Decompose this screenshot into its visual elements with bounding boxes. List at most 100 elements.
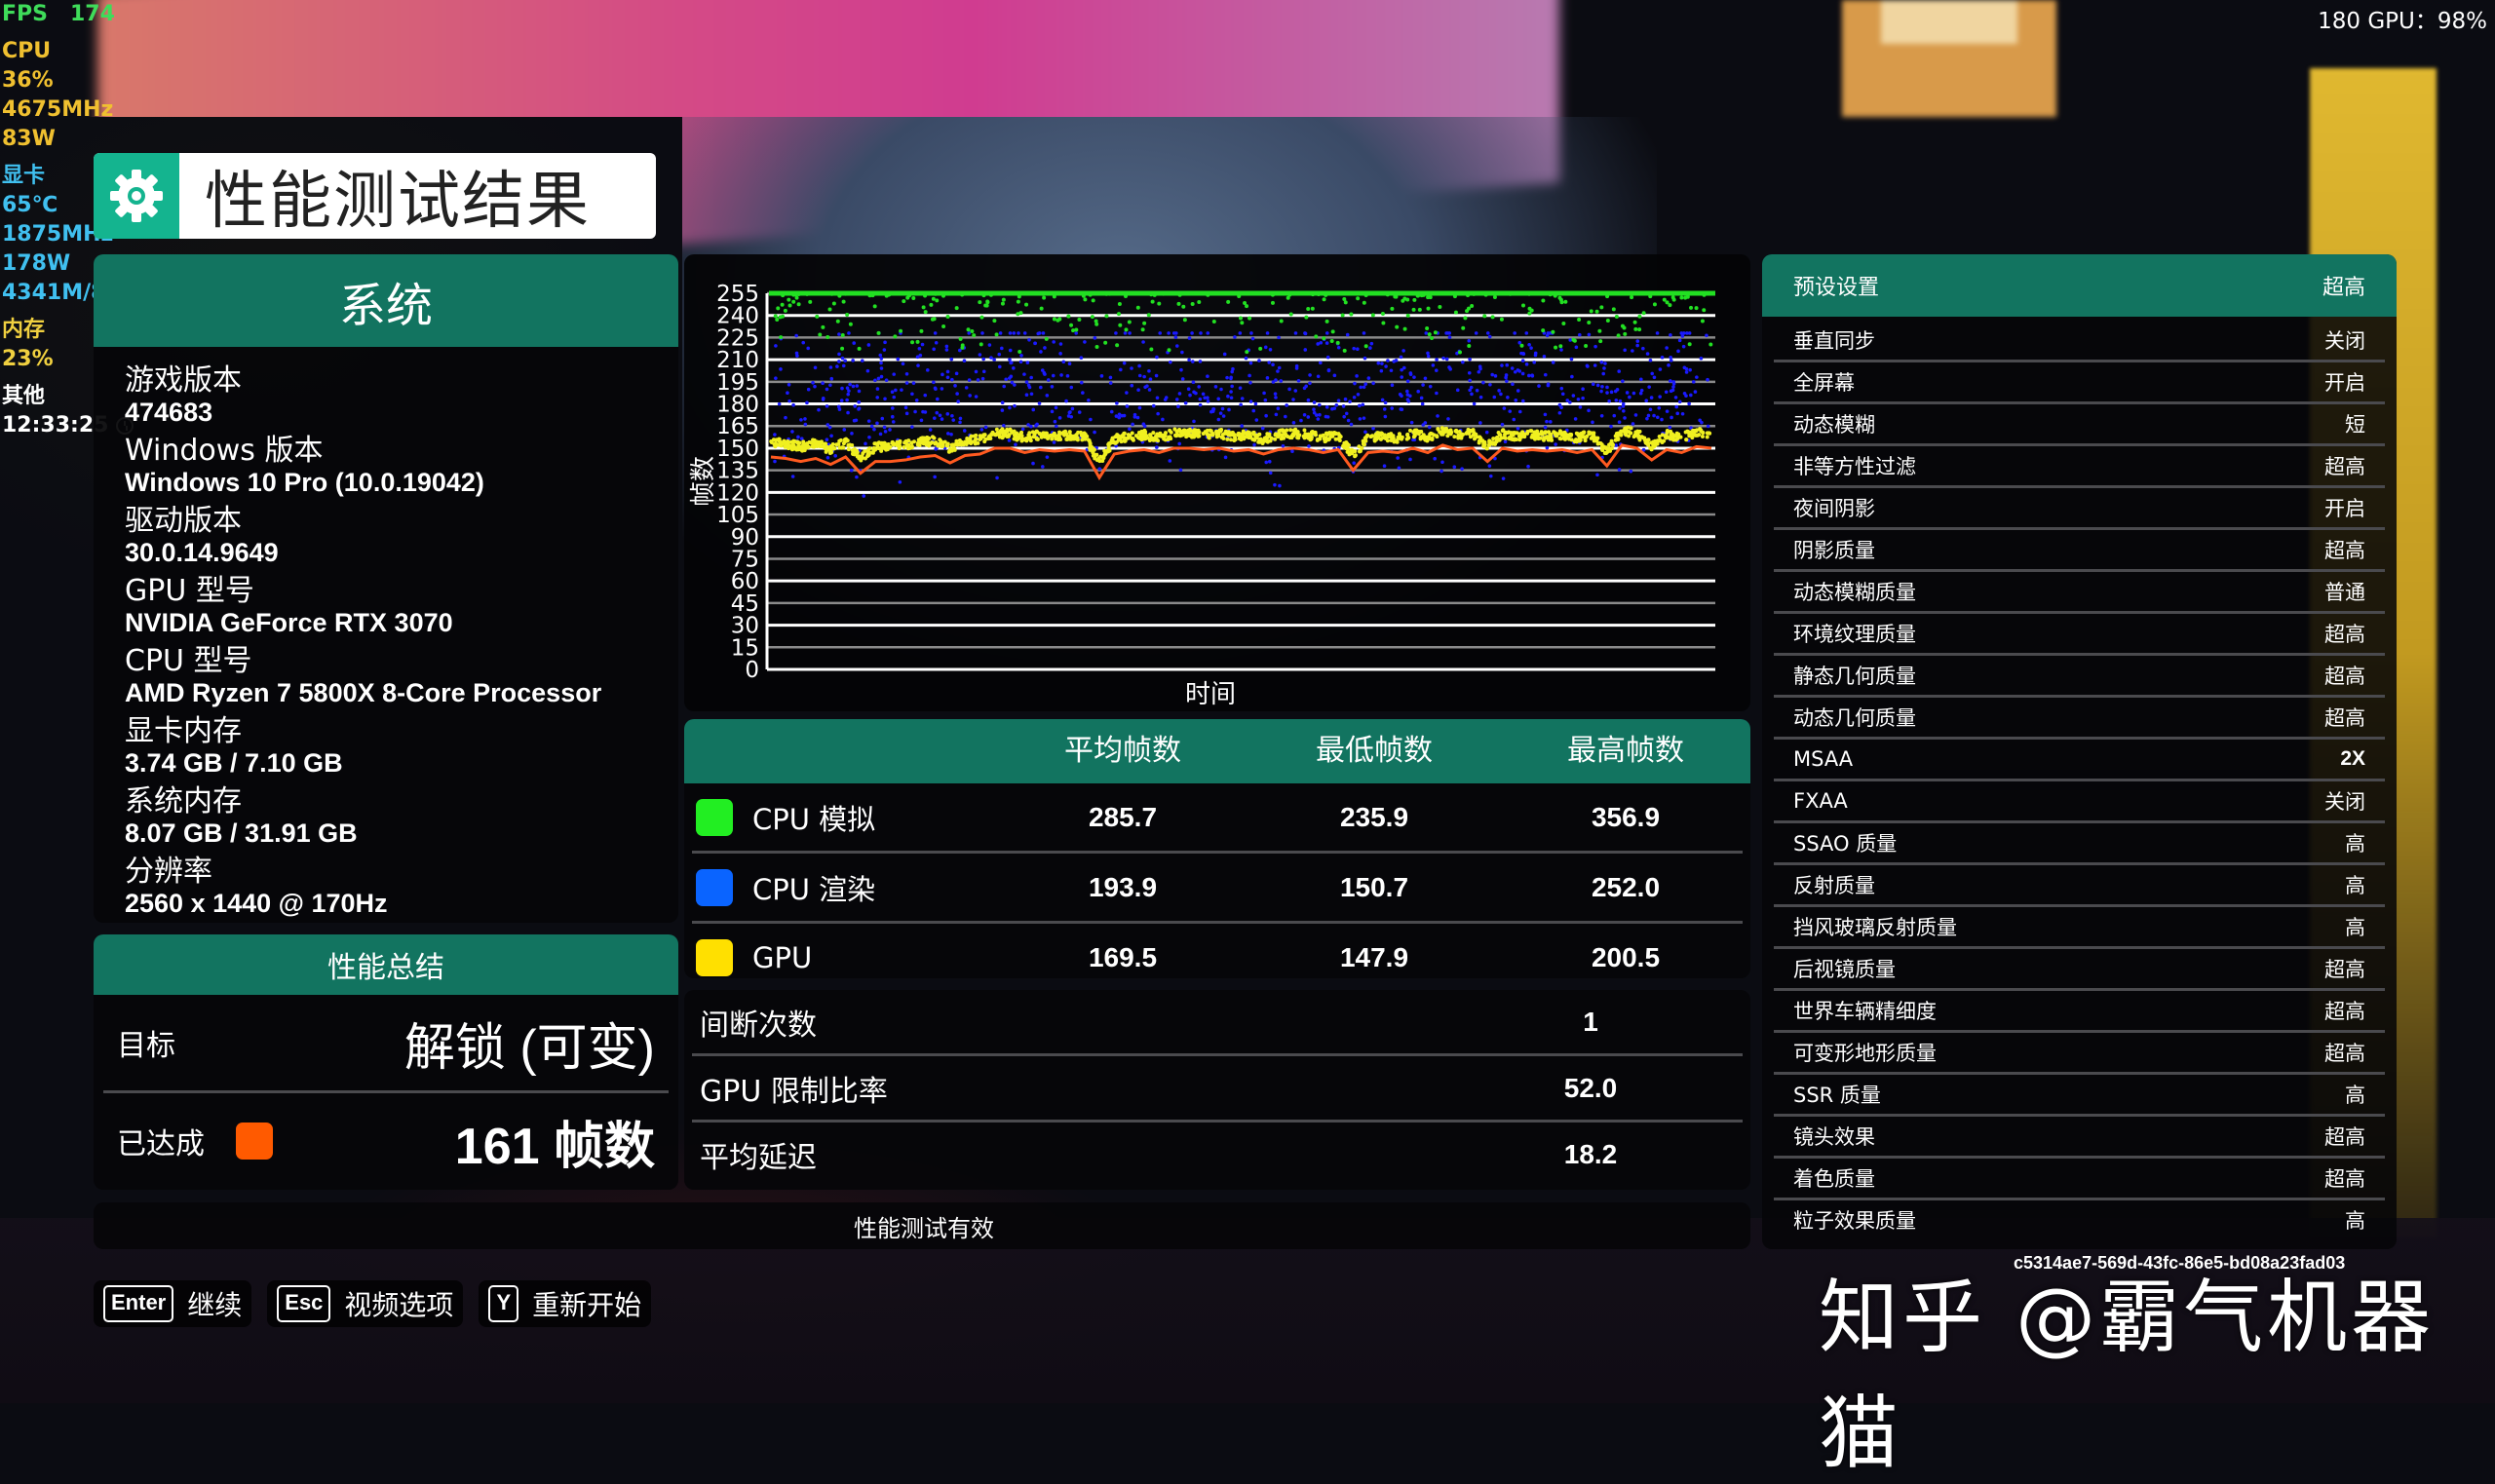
cpu-render-point (904, 411, 909, 416)
cpu-sim-point (1044, 336, 1049, 341)
cpu-sim-point (1245, 304, 1249, 309)
cpu-sim-point (805, 291, 810, 296)
cpu-render-point (1342, 414, 1346, 419)
cpu-sim-point (837, 293, 842, 298)
system-info-item: 游戏版本 474683 (125, 364, 678, 428)
cpu-render-point (1408, 457, 1412, 462)
cpu-render-point (1267, 459, 1272, 464)
cpu-render-point (1180, 377, 1185, 381)
gpu-point (786, 439, 790, 444)
gpu-point (1122, 431, 1127, 436)
cpu-sim-point (1623, 331, 1628, 336)
cpu-render-point (849, 468, 854, 473)
cpu-render-point (1230, 384, 1234, 389)
cpu-render-point (787, 399, 791, 403)
gpu-point (1216, 429, 1221, 434)
cpu-render-point (806, 346, 810, 351)
gpu-point (1496, 437, 1501, 441)
cpu-sim-point (1430, 336, 1435, 341)
video-options-button[interactable]: Esc 视频选项 (267, 1280, 464, 1327)
cpu-sim-point (1605, 319, 1610, 323)
cpu-sim-point (1081, 293, 1086, 298)
cpu-sim-point (978, 300, 982, 305)
cpu-render-point (1545, 445, 1550, 450)
cpu-sim-point (1056, 318, 1060, 323)
cpu-render-point (839, 399, 844, 402)
setting-label: 挡风玻璃反射质量 (1793, 916, 1957, 939)
cpu-sim-point (1433, 330, 1438, 335)
cpu-sim-point (933, 291, 938, 296)
header-avg-fps: 平均帧数 (1064, 734, 1181, 768)
settings-list: 垂直同步 关闭 全屏幕 开启 动态模糊短非等方性过滤 超高 夜间阴影 开启 阴影质量 超高 动态模糊… (1762, 317, 2397, 1239)
setting-label: 世界车辆精细度 (1793, 1000, 1937, 1023)
gpu-point (1422, 437, 1427, 441)
continue-button[interactable]: Enter 继续 (94, 1280, 252, 1327)
gpu-point (1162, 437, 1167, 441)
cpu-sim-point (1554, 345, 1558, 350)
cpu-sim-point (778, 315, 783, 320)
gpu-point (1229, 431, 1234, 436)
cpu-render-point (904, 381, 909, 385)
cpu-render-point (934, 387, 938, 391)
cpu-render-point (1008, 405, 1012, 410)
cpu-render-point (1554, 442, 1557, 446)
stats-row-name: GPU (752, 940, 813, 974)
cpu-render-point (1603, 361, 1607, 365)
gpu-point (1649, 447, 1654, 452)
cpu-render-point (1240, 397, 1245, 400)
cpu-render-point (1238, 331, 1243, 335)
cpu-render-point (1506, 396, 1510, 400)
restart-button[interactable]: Y 重新开始 (479, 1280, 652, 1327)
gpu-point (1362, 441, 1366, 446)
cpu-render-point (1517, 409, 1522, 414)
gpu-point (1333, 431, 1338, 436)
gpu-point (897, 446, 902, 451)
setting-label: 动态模糊质量 (1793, 581, 1916, 604)
cpu-sim-point (984, 303, 989, 308)
cpu-render-point (851, 359, 855, 362)
performance-summary-panel: 性能总结 目标 解锁 (可变) 已达成 161 帧数 (94, 934, 678, 1190)
cpu-render-point (1488, 474, 1493, 478)
cpu-render-point (1201, 392, 1206, 397)
cpu-render-point (1446, 417, 1450, 421)
cpu-render-point (1390, 406, 1395, 410)
gpu-point (1068, 435, 1073, 439)
stats-row-name: CPU 渲染 (752, 872, 876, 906)
cpu-render-point (981, 369, 986, 374)
gpu-point (930, 435, 935, 439)
cpu-render-point (1291, 421, 1296, 425)
cpu-render-point (1641, 346, 1645, 351)
cpu-sim-point (1438, 305, 1442, 310)
cpu-sim-point (1589, 309, 1593, 314)
cpu-render-point (1609, 390, 1614, 395)
cpu-render-point (1249, 331, 1253, 335)
cpu-render-point (1674, 404, 1679, 409)
cpu-render-point (1631, 422, 1635, 426)
cpu-render-point (1383, 400, 1388, 405)
cpu-render-point (1263, 398, 1268, 402)
cpu-render-point (950, 377, 954, 382)
cpu-sim-point (1394, 294, 1399, 299)
cpu-render-point (1670, 388, 1675, 393)
cpu-sim-point (915, 339, 920, 344)
cpu-render-point (1052, 340, 1056, 344)
osd-cpu-usage: 36% (2, 68, 54, 93)
fps-chart: 2552402252101951801651501351201059075604… (689, 282, 1715, 709)
cpu-render-point (1706, 377, 1709, 382)
gpu-point (876, 446, 881, 451)
cpu-render-point (945, 375, 950, 380)
cpu-render-point (1050, 409, 1055, 414)
cpu-render-point (1501, 476, 1506, 480)
cpu-sim-point (1091, 298, 1095, 303)
stats-min-value: 150.7 (1339, 871, 1409, 902)
setting-row: 静态几何质量 超高 (1774, 653, 2385, 695)
gpu-point (1576, 433, 1581, 438)
cpu-render-point (1135, 415, 1140, 420)
cpu-render-point (1623, 416, 1627, 420)
achieved-fps-line (770, 443, 1712, 481)
cpu-render-point (1645, 352, 1650, 356)
session-guid: c5314ae7-569d-43fc-86e5-bd08a23fad03 (2014, 1253, 2346, 1273)
cpu-render-point (1368, 346, 1372, 350)
cpu-sim-point (1331, 291, 1336, 296)
gpu-point (1005, 429, 1010, 434)
